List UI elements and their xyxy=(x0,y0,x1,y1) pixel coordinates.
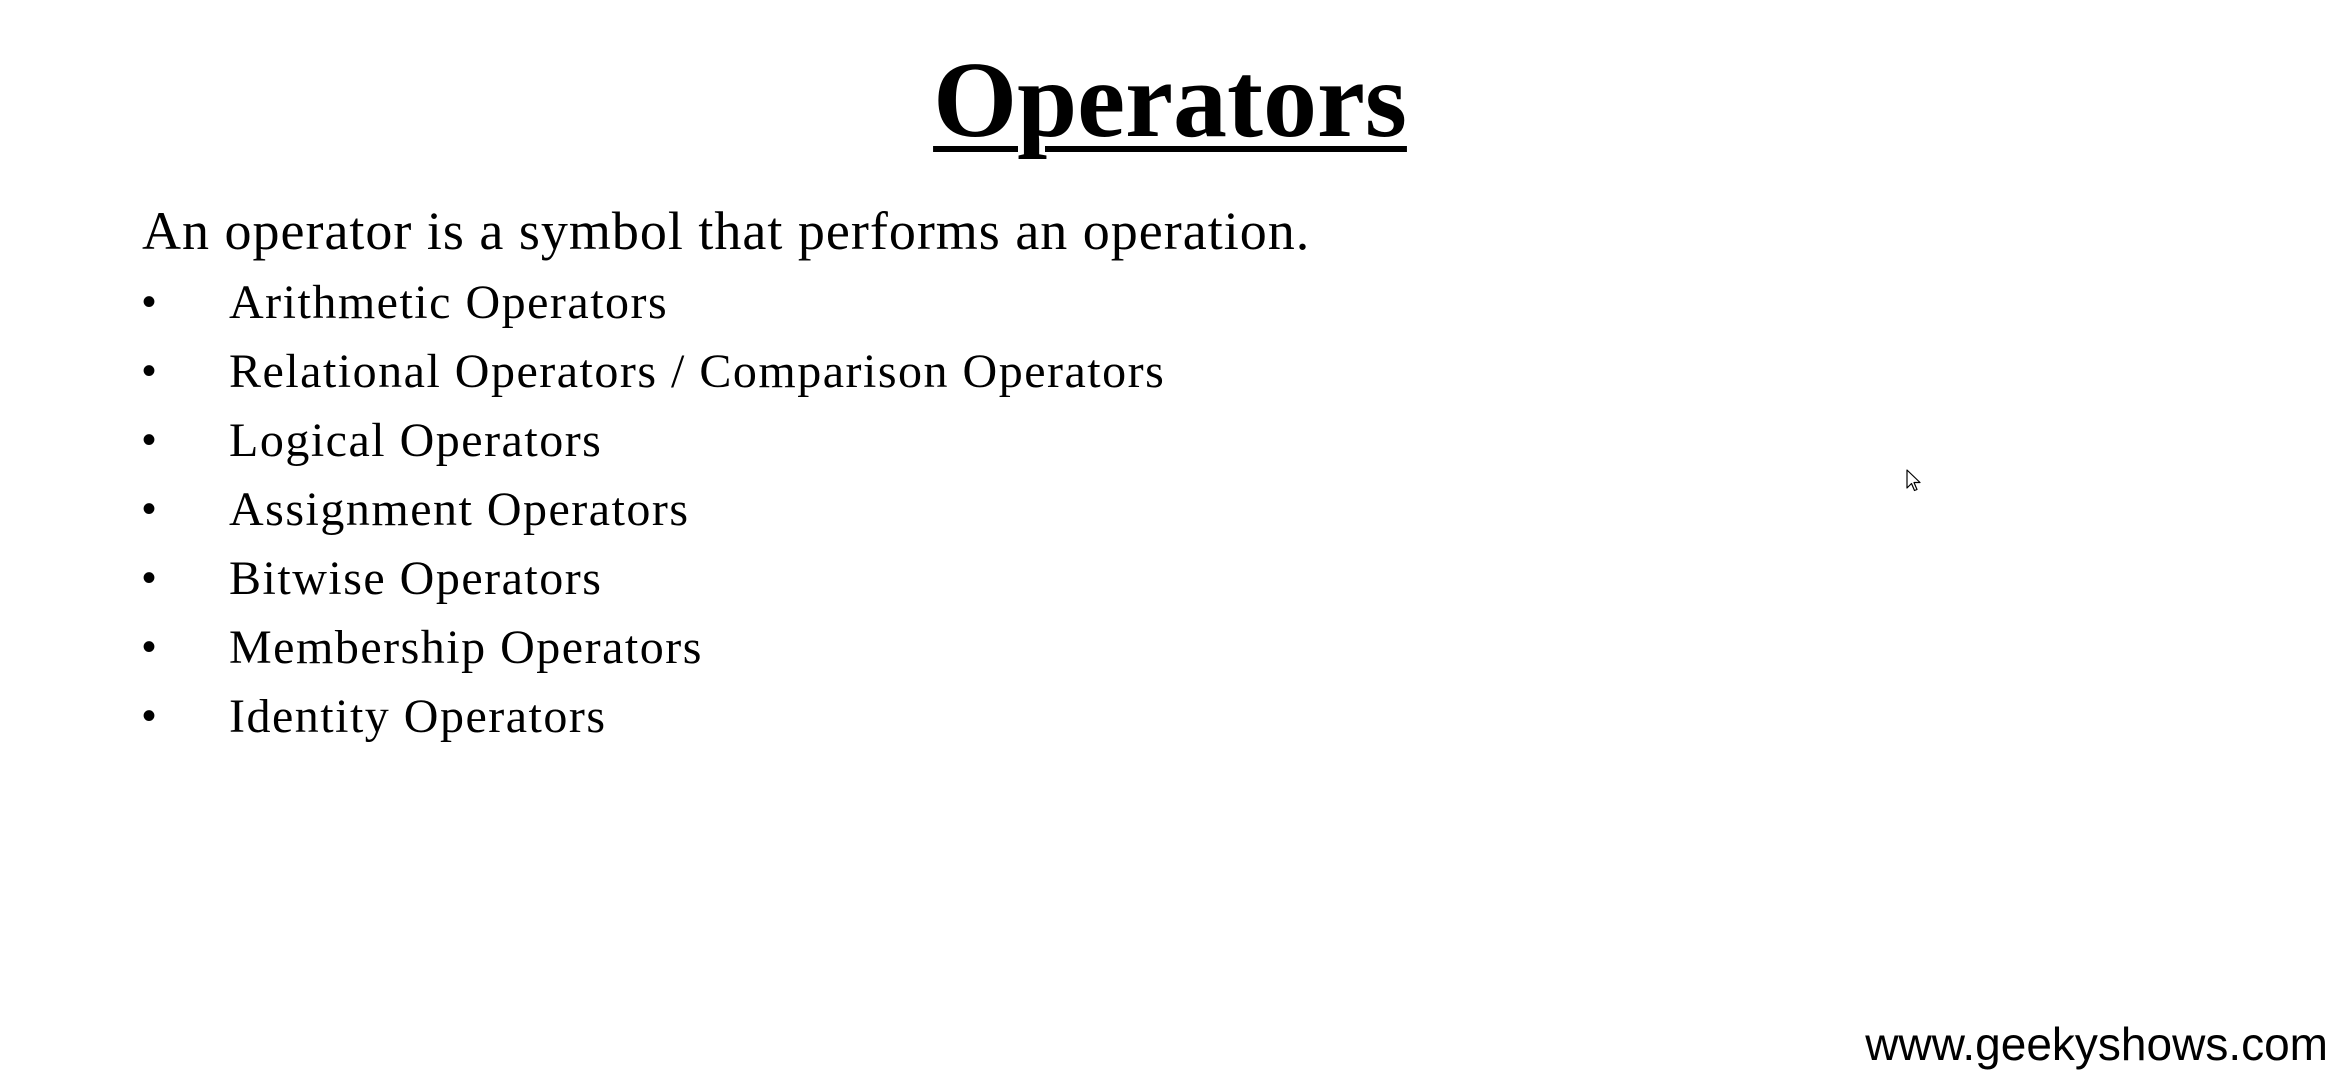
operator-list: • Arithmetic Operators • Relational Oper… xyxy=(142,268,1165,751)
bullet-icon: • xyxy=(142,487,158,531)
list-item-label: Bitwise Operators xyxy=(229,552,603,605)
footer-website: www.geekyshows.com xyxy=(1865,1018,2328,1070)
list-item: • Logical Operators xyxy=(142,406,1165,475)
list-item: • Relational Operators / Comparison Oper… xyxy=(142,337,1165,406)
bullet-icon: • xyxy=(142,418,158,462)
list-item: • Arithmetic Operators xyxy=(142,268,1165,337)
list-item-label: Assignment Operators xyxy=(229,483,690,536)
list-item-label: Membership Operators xyxy=(229,621,703,674)
intro-text: An operator is a symbol that performs an… xyxy=(142,201,1311,261)
list-item-label: Arithmetic Operators xyxy=(229,276,669,329)
list-item-label: Relational Operators / Comparison Operat… xyxy=(229,345,1166,398)
list-item: • Bitwise Operators xyxy=(142,544,1165,613)
slide-title: Operators xyxy=(933,41,1407,160)
list-item-label: Logical Operators xyxy=(229,414,603,467)
bullet-icon: • xyxy=(142,280,158,324)
bullet-icon: • xyxy=(142,625,158,669)
bullet-icon: • xyxy=(142,556,158,600)
list-item: • Assignment Operators xyxy=(142,475,1165,544)
bullet-icon: • xyxy=(142,694,158,738)
bullet-icon: • xyxy=(142,349,158,393)
list-item-label: Identity Operators xyxy=(229,690,607,743)
list-item: • Membership Operators xyxy=(142,613,1165,682)
list-item: • Identity Operators xyxy=(142,682,1165,751)
slide: Operators An operator is a symbol that p… xyxy=(0,0,2340,1080)
mouse-pointer-icon xyxy=(1906,469,1921,492)
